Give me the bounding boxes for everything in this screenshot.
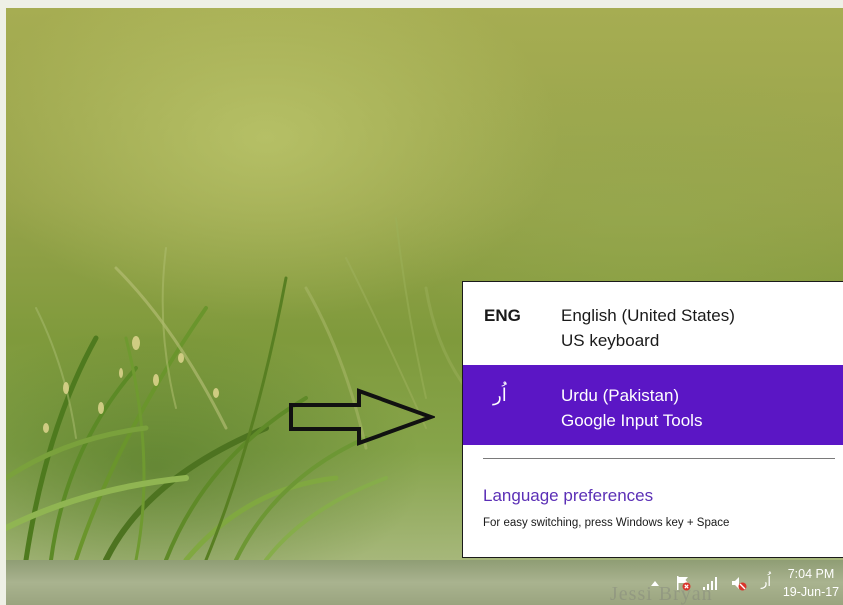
flyout-divider: [483, 458, 835, 459]
taskbar-clock[interactable]: 7:04 PM 19-Jun-17: [781, 565, 843, 601]
right-arrow-annotation-icon: [289, 388, 435, 446]
taskbar: اُر 7:04 PM 19-Jun-17: [6, 560, 843, 605]
language-code: ENG: [484, 306, 521, 325]
watermark-text: Jessi Bryan: [610, 583, 713, 605]
clock-time: 7:04 PM: [787, 566, 835, 581]
language-item-english[interactable]: ENG English (United States) US keyboard: [463, 283, 843, 363]
language-preferences-link[interactable]: Language preferences: [483, 486, 653, 506]
volume-muted-icon[interactable]: [729, 573, 749, 593]
language-item-urdu[interactable]: اُر Urdu (Pakistan) Google Input Tools: [463, 365, 843, 445]
language-name: English (United States): [561, 306, 735, 325]
language-name: Urdu (Pakistan): [561, 386, 680, 405]
keyboard-layout: Google Input Tools: [561, 411, 703, 430]
desktop-screen: اُر 7:04 PM 19-Jun-17 Jessi Bryan ENG En…: [0, 0, 843, 605]
language-code: اُر: [493, 385, 507, 406]
language-switcher-flyout: ENG English (United States) US keyboard …: [462, 281, 843, 558]
input-method-indicator[interactable]: اُر: [761, 575, 771, 590]
switching-hint-text: For easy switching, press Windows key + …: [483, 517, 730, 529]
clock-date: 19-Jun-17: [782, 584, 840, 599]
keyboard-layout: US keyboard: [561, 331, 660, 350]
